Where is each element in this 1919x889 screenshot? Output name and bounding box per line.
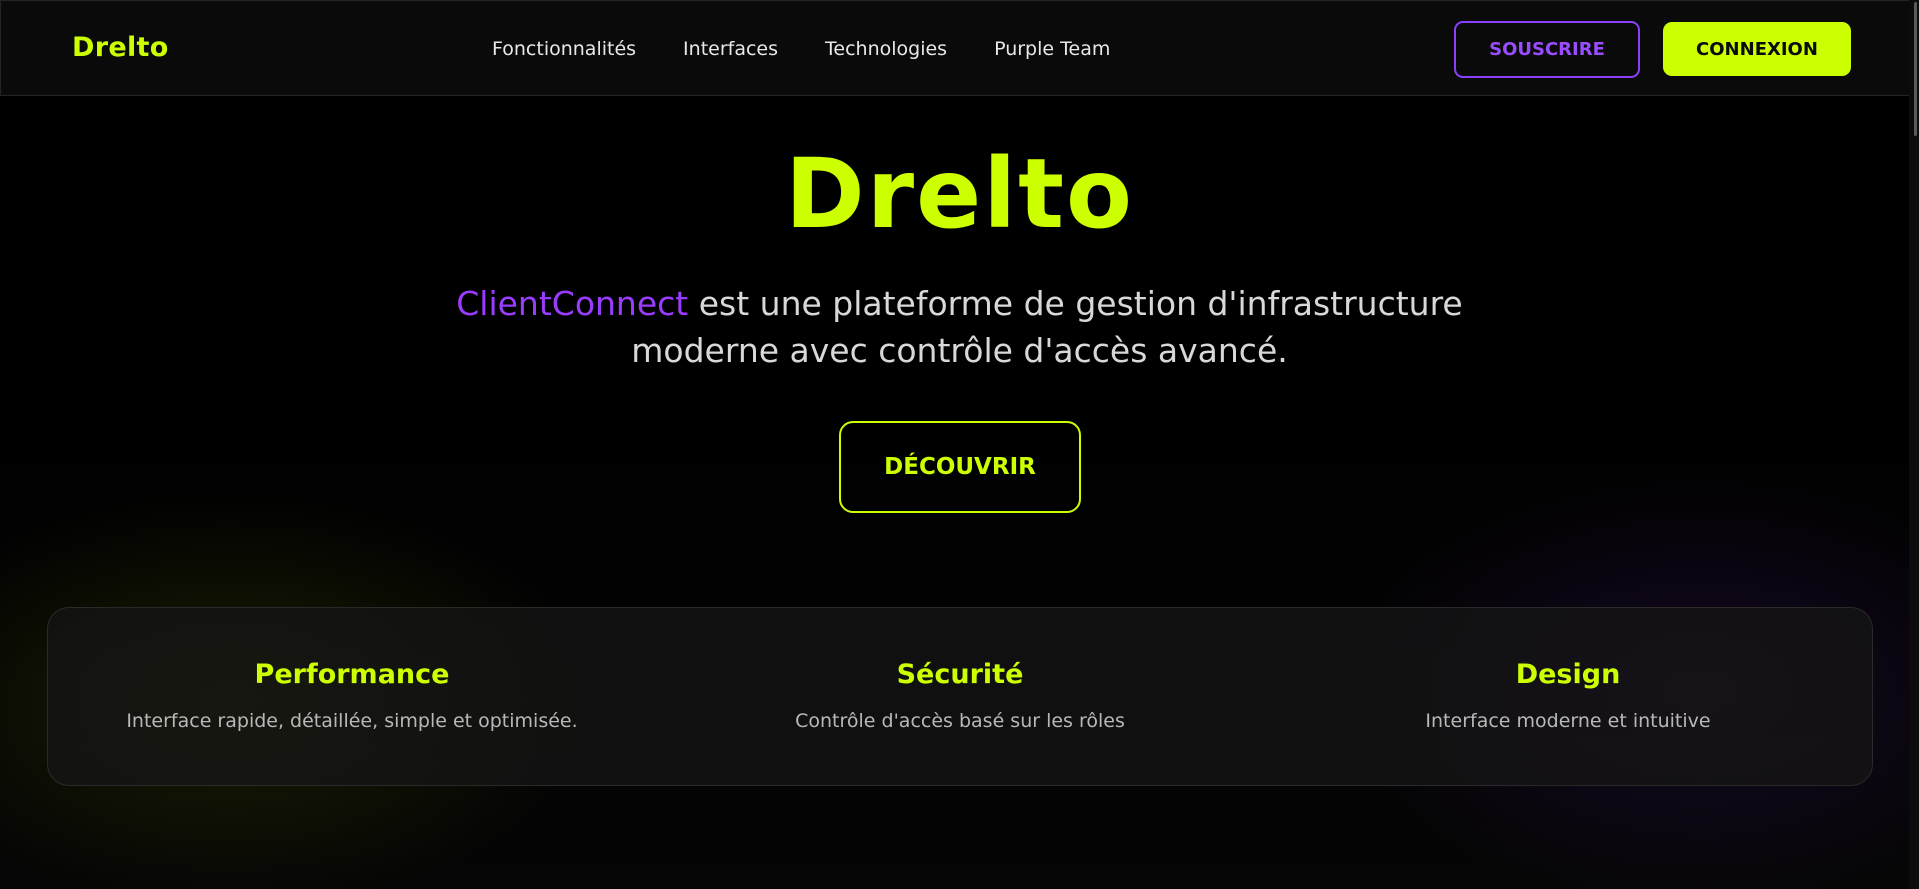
nav-link-technologies[interactable]: Technologies (825, 38, 947, 60)
feature-securite: Sécurité Contrôle d'accès basé sur les r… (656, 608, 1264, 785)
nav-link-interfaces[interactable]: Interfaces (683, 38, 778, 60)
feature-performance: Performance Interface rapide, détaillée,… (48, 608, 656, 785)
feature-description: Interface moderne et intuitive (1425, 710, 1711, 732)
main-nav: Fonctionnalités Interfaces Technologies … (492, 38, 1110, 60)
nav-link-purple-team[interactable]: Purple Team (994, 38, 1110, 60)
feature-description: Contrôle d'accès basé sur les rôles (795, 710, 1125, 732)
feature-title: Performance (254, 659, 450, 690)
hero-title: Drelto (785, 138, 1134, 250)
feature-design: Design Interface moderne et intuitive (1264, 608, 1872, 785)
features-panel: Performance Interface rapide, détaillée,… (47, 607, 1873, 786)
page-scrollbar[interactable] (1909, 0, 1919, 889)
hero-tagline: ClientConnect est une plateforme de gest… (410, 280, 1509, 374)
discover-button[interactable]: DÉCOUVRIR (839, 421, 1081, 513)
subscribe-button[interactable]: SOUSCRIRE (1454, 21, 1640, 78)
login-button[interactable]: CONNEXION (1663, 22, 1851, 76)
feature-title: Design (1515, 659, 1621, 690)
top-navbar: Drelto Fonctionnalités Interfaces Techno… (0, 0, 1919, 96)
feature-title: Sécurité (896, 659, 1024, 690)
feature-description: Interface rapide, détaillée, simple et o… (126, 710, 578, 732)
scrollbar-thumb[interactable] (1914, 2, 1917, 136)
hero-tagline-text: est une plateforme de gestion d'infrastr… (631, 284, 1463, 370)
nav-link-fonctionnalites[interactable]: Fonctionnalités (492, 38, 636, 60)
brand-logo[interactable]: Drelto (72, 32, 169, 63)
landing-page: Drelto Fonctionnalités Interfaces Techno… (0, 0, 1919, 889)
hero-brand-name: ClientConnect (456, 284, 689, 323)
